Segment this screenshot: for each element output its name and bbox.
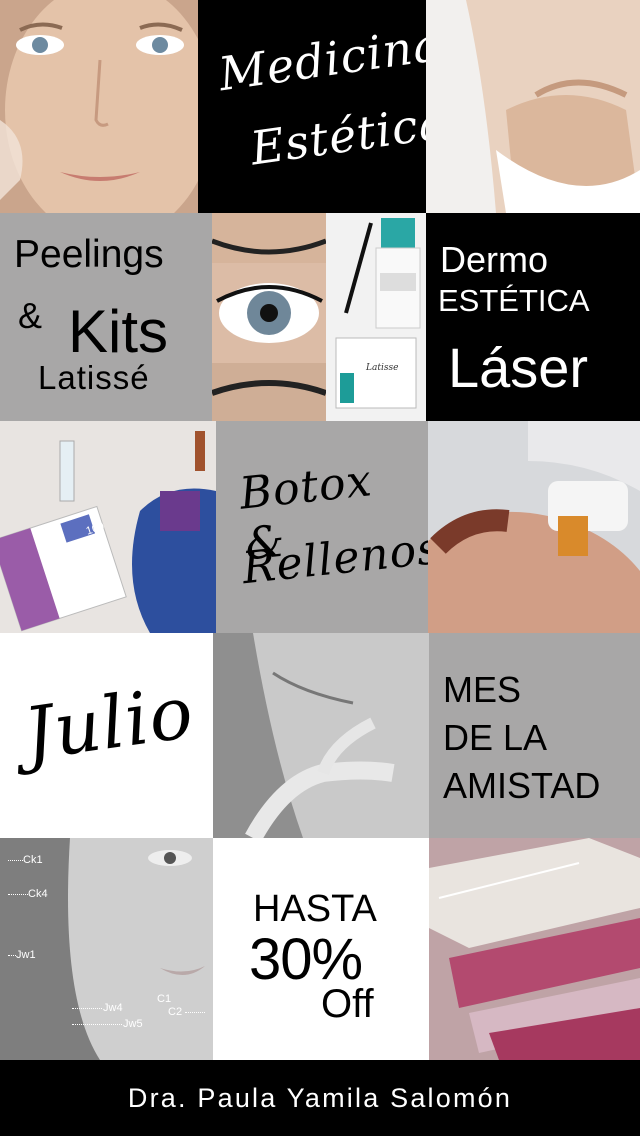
hasta-label: HASTA	[253, 888, 377, 930]
latisse-box-label: Latisse	[366, 363, 399, 373]
face-photo-tile	[0, 0, 198, 213]
medicina-title: Medicina	[215, 16, 426, 102]
jw1-label: Jw1	[16, 949, 36, 961]
filler-boxes-photo	[429, 838, 640, 1060]
jw1-guide	[8, 955, 16, 956]
jw4-guide	[72, 1008, 102, 1009]
face-photo	[0, 0, 198, 213]
kits-label: Kits	[68, 298, 169, 365]
filler-map-face-tile: Ck1 Ck4 Jw1 Jw4 Jw5 C1 C2	[0, 838, 213, 1060]
laser-label: Láser	[448, 336, 589, 399]
jw4-label: Jw4	[103, 1002, 123, 1014]
hasta-off-tile: HASTA 30% Off	[213, 838, 429, 1060]
ck4-label: Ck4	[28, 888, 48, 900]
ampersand-label: &	[18, 295, 43, 336]
abdomen-photo	[426, 0, 640, 213]
laser-treatment-photo-tile	[428, 421, 640, 633]
de-la-label: DE LA	[443, 717, 548, 758]
eyelashes-photo	[212, 213, 326, 421]
neck-photo-tile	[213, 633, 429, 838]
latisse-product-photo	[326, 213, 426, 421]
ck4-guide	[8, 894, 28, 895]
ck1-guide	[8, 860, 23, 861]
estetica-title: Estética	[247, 94, 426, 176]
amistad-label: AMISTAD	[443, 765, 601, 806]
julio-title: Julio	[18, 669, 199, 777]
peelings-label: Peelings	[14, 233, 164, 276]
medicina-estetica-tile: Medicina Estética	[198, 0, 426, 213]
off-label: Off	[321, 982, 374, 1026]
mes-amistad-tile: MES DE LA AMISTAD	[429, 633, 640, 838]
botox-rellenos-tile: Botox & Rellenos	[216, 421, 428, 633]
latisse-label: Latissé	[38, 359, 150, 396]
jw5-guide	[72, 1024, 122, 1025]
jw5-label: Jw5	[123, 1018, 143, 1030]
latisse-product-tile: Latisse	[326, 213, 426, 421]
botox-vial-photo-tile: 100	[0, 421, 216, 633]
c2-label: C2	[168, 1006, 183, 1018]
estetica-label: ESTÉTICA	[438, 283, 590, 318]
botox-vial-photo	[0, 421, 216, 633]
c2-guide	[185, 1012, 205, 1013]
laser-treatment-photo	[428, 421, 640, 633]
c1-label: C1	[157, 993, 172, 1005]
ck1-label: Ck1	[23, 854, 43, 866]
filler-boxes-photo-tile	[429, 838, 640, 1060]
mes-label: MES	[443, 669, 522, 710]
peelings-kits-tile: Peelings & Kits Latissé	[0, 213, 212, 421]
julio-tile: Julio	[0, 633, 213, 838]
dermo-label: Dermo	[440, 239, 549, 280]
abdomen-photo-tile	[426, 0, 640, 213]
neck-photo	[213, 633, 429, 838]
dermo-estetica-tile: Dermo ESTÉTICA Láser	[426, 213, 640, 421]
eyelashes-photo-tile	[212, 213, 326, 421]
footer-name: Dra. Paula Yamila Salomón	[0, 1060, 640, 1136]
